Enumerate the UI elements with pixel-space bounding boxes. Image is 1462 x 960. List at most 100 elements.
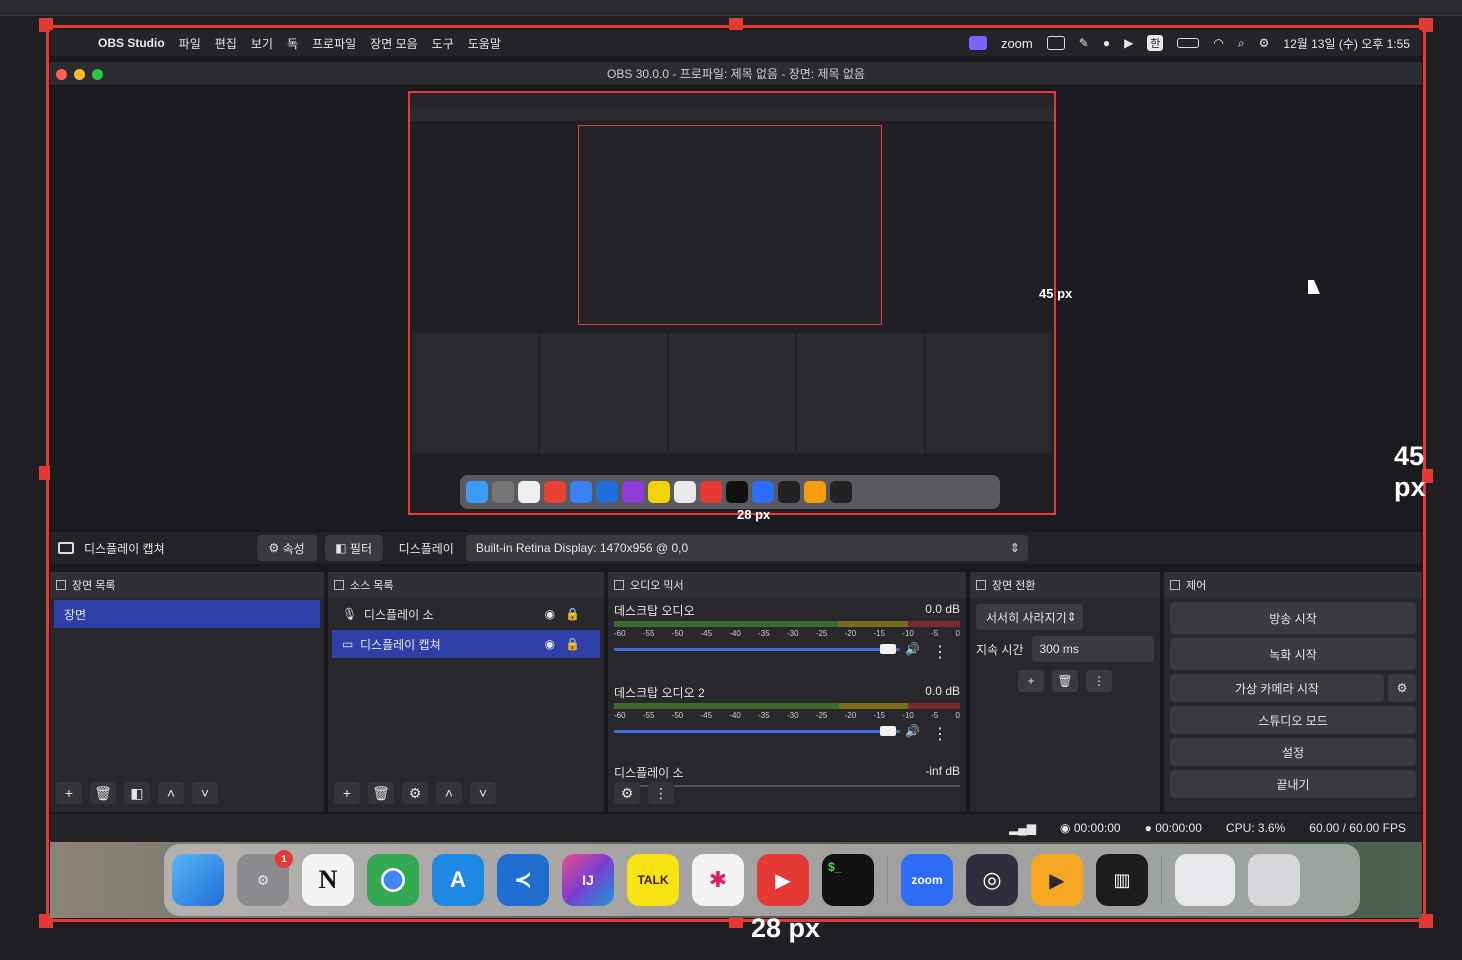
filter-icon[interactable]: ◧ bbox=[124, 782, 150, 804]
volume-slider[interactable]: 🔊 ⋮ bbox=[614, 642, 960, 661]
gear-icon[interactable]: ⚙ bbox=[1388, 674, 1416, 702]
start-virtual-camera-button[interactable]: 가상 카메라 시작 bbox=[1170, 674, 1384, 702]
more-icon[interactable]: ⋮ bbox=[932, 642, 948, 662]
meter-scale: -60 -55 -50 -45 -40 -35 -30 -25 -20 -15 -10 -5 0 bbox=[614, 629, 960, 638]
settings-button[interactable]: 설정 bbox=[1170, 738, 1416, 766]
trash-icon[interactable] bbox=[1248, 854, 1300, 906]
display-select[interactable]: Built-in Retina Display: 1470x956 @ 0,0 ⇕ bbox=[465, 535, 1028, 561]
add-icon[interactable]: + bbox=[56, 782, 82, 804]
piano-icon[interactable]: ▥ bbox=[1096, 854, 1148, 906]
speaker-icon[interactable]: 🔊 bbox=[905, 642, 920, 656]
lock-icon[interactable]: 🔒 bbox=[565, 607, 580, 621]
studio-mode-button[interactable]: 스튜디오 모드 bbox=[1170, 706, 1416, 734]
scene-item[interactable]: 장면 bbox=[54, 600, 320, 628]
volume-slider[interactable]: 🔊 ⋮ bbox=[614, 724, 960, 743]
add-icon[interactable]: + bbox=[334, 782, 360, 804]
source-item[interactable]: 🎙 디스플레이 소 ◉ 🔒 bbox=[332, 600, 600, 628]
notion-icon[interactable]: N bbox=[302, 854, 354, 906]
app-store-icon[interactable]: A bbox=[432, 854, 484, 906]
speaker-icon[interactable]: 🔊 bbox=[905, 724, 920, 738]
trash-icon[interactable]: 🗑 bbox=[90, 782, 116, 804]
mixer-channel: 데스크탑 오디오 2 0.0 dB -60 -55 -50 -45 -40 -35 -30 -2… bbox=[608, 684, 966, 743]
more-icon[interactable]: ⋮ bbox=[932, 724, 948, 744]
scenes-dock: 장면 목록 장면 + 🗑 ◧ ˄ ˅ bbox=[50, 572, 324, 812]
nested-menubar bbox=[410, 93, 1054, 109]
slack-icon[interactable]: ✱ bbox=[692, 854, 744, 906]
youtube-music-icon[interactable]: ▶ bbox=[757, 854, 809, 906]
more-icon[interactable]: ⋮ bbox=[1086, 670, 1112, 692]
kakaotalk-icon[interactable]: TALK bbox=[627, 854, 679, 906]
microphone-icon: 🎙 bbox=[342, 607, 358, 621]
gear-icon: ⚙ bbox=[268, 541, 280, 555]
input-source[interactable]: 한 bbox=[1147, 35, 1164, 51]
mixer-dock-header: 오디오 믹서 bbox=[608, 572, 966, 598]
gear-icon[interactable]: ⚙ bbox=[614, 782, 640, 804]
gear-icon[interactable]: ⚙ bbox=[402, 782, 428, 804]
window-thumbnail-icon[interactable] bbox=[1175, 854, 1235, 906]
obs-icon[interactable]: ◎ bbox=[966, 854, 1018, 906]
minimize-icon[interactable] bbox=[74, 69, 85, 80]
more-icon[interactable]: ⋮ bbox=[648, 782, 674, 804]
menu-docks[interactable]: 독 bbox=[287, 35, 298, 52]
dock-icon bbox=[614, 580, 624, 590]
chrome-icon[interactable] bbox=[367, 854, 419, 906]
nested-capture[interactable] bbox=[408, 91, 1056, 515]
rec-time: ● 00:00:00 bbox=[1145, 821, 1202, 835]
trash-icon[interactable]: 🗑 bbox=[1052, 670, 1078, 692]
chevron-up-icon[interactable]: ˄ bbox=[158, 782, 184, 804]
control-center-icon[interactable]: ⚙ bbox=[1259, 36, 1270, 50]
chevron-down-icon[interactable]: ˅ bbox=[192, 782, 218, 804]
mixer-channel: 데스크탑 오디오 0.0 dB -60 -55 -50 -45 -40 -35 -30 -25-… bbox=[608, 602, 966, 661]
filters-button[interactable]: ◧ 필터 bbox=[324, 535, 383, 561]
battery-icon[interactable] bbox=[1177, 38, 1200, 48]
menu-edit[interactable]: 편집 bbox=[215, 35, 237, 52]
datetime[interactable]: 12월 13일 (수) 오후 1:55 bbox=[1283, 35, 1410, 52]
menu-file[interactable]: 파일 bbox=[179, 35, 201, 52]
menu-help[interactable]: 도움말 bbox=[468, 35, 501, 52]
sources-toolbar: + 🗑 ⚙ ˄ ˅ bbox=[334, 782, 496, 804]
dock-separator bbox=[1161, 855, 1162, 905]
search-icon[interactable]: ⌕ bbox=[1238, 36, 1245, 51]
menu-view[interactable]: 보기 bbox=[251, 35, 273, 52]
duration-input[interactable]: 300 ms bbox=[1031, 636, 1154, 662]
finder-icon[interactable] bbox=[172, 854, 224, 906]
exit-button[interactable]: 끝내기 bbox=[1170, 770, 1416, 798]
notion-icon[interactable] bbox=[1046, 36, 1065, 50]
chevron-down-icon[interactable]: ˅ bbox=[470, 782, 496, 804]
trash-icon[interactable]: 🗑 bbox=[368, 782, 394, 804]
feather-icon[interactable]: ✎ bbox=[1079, 36, 1089, 50]
start-streaming-button[interactable]: 방송 시작 bbox=[1170, 602, 1416, 634]
infuse-icon[interactable]: ▶ bbox=[1031, 854, 1083, 906]
close-icon[interactable] bbox=[56, 69, 67, 80]
chat-icon[interactable]: ● bbox=[1103, 36, 1110, 50]
menu-scene-collection[interactable]: 장면 모음 bbox=[370, 35, 418, 52]
eye-icon[interactable]: ◉ bbox=[545, 607, 555, 621]
wifi-icon[interactable]: ◠ bbox=[1213, 36, 1223, 50]
zoom-menubar-label[interactable]: zoom bbox=[1001, 36, 1033, 51]
properties-button[interactable]: ⚙ 속성 bbox=[256, 535, 317, 561]
eye-icon[interactable]: ◉ bbox=[545, 637, 555, 651]
record-icon: ● bbox=[1144, 821, 1152, 835]
screen-share-icon[interactable] bbox=[968, 36, 987, 50]
menu-tools[interactable]: 도구 bbox=[432, 35, 454, 52]
system-settings-icon[interactable]: ⚙ 1 bbox=[237, 850, 293, 906]
lock-icon[interactable]: 🔒 bbox=[565, 637, 580, 651]
zoom-icon[interactable]: zoom bbox=[901, 854, 953, 906]
add-icon[interactable]: + bbox=[1018, 670, 1044, 692]
vscode-icon[interactable]: ≺ bbox=[497, 854, 549, 906]
menu-profile[interactable]: 프로파일 bbox=[312, 35, 356, 52]
channel-name: 데스크탑 오디오 bbox=[614, 604, 695, 618]
intellij-icon[interactable]: IJ bbox=[562, 854, 614, 906]
scenes-title: 장면 목록 bbox=[72, 580, 116, 592]
duration-label: 지속 시간 bbox=[976, 642, 1024, 657]
terminal-icon[interactable]: $_ bbox=[822, 854, 874, 906]
source-item[interactable]: ▭ 디스플레이 캡쳐 ◉ 🔒 bbox=[332, 630, 600, 658]
chevron-up-icon[interactable]: ˄ bbox=[436, 782, 462, 804]
app-menu[interactable]: OBS Studio bbox=[98, 36, 165, 50]
mac-dock-area: ⚙ 1 N A ≺ IJ TALK ✱ ▶ $_ zoom ◎ ▶ ▥ bbox=[50, 842, 1422, 918]
properties-label: 속성 bbox=[282, 541, 305, 556]
transition-select[interactable]: 서서히 사라지기 ⇕ bbox=[976, 604, 1083, 630]
maximize-icon[interactable] bbox=[92, 69, 103, 80]
play-icon[interactable]: ▶ bbox=[1124, 36, 1133, 50]
start-recording-button[interactable]: 녹화 시작 bbox=[1170, 638, 1416, 670]
